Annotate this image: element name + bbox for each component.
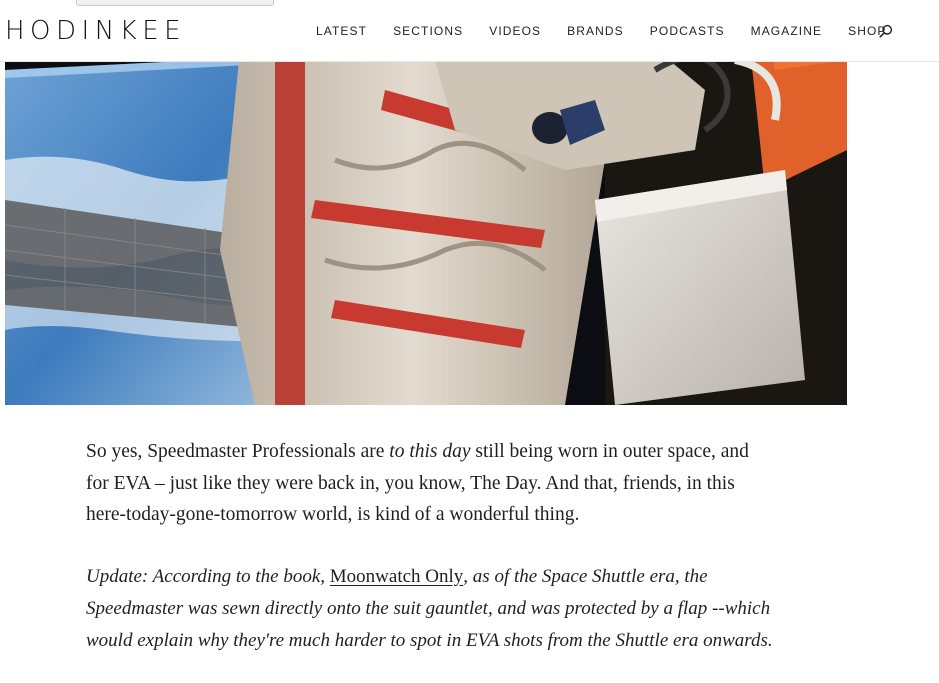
article-body: So yes, Speedmaster Professionals are to… xyxy=(86,436,776,657)
site-logo[interactable]: HODINKEE xyxy=(5,16,186,46)
nav-podcasts[interactable]: PODCASTS xyxy=(650,24,725,38)
moonwatch-only-link[interactable]: Moonwatch Only xyxy=(330,566,464,587)
nav-brands[interactable]: BRANDS xyxy=(567,24,624,38)
nav-videos[interactable]: VIDEOS xyxy=(489,24,541,38)
nav-latest[interactable]: LATEST xyxy=(316,24,367,38)
search-icon[interactable] xyxy=(879,24,893,38)
update-note: Update: According to the book, Moonwatch… xyxy=(86,561,776,657)
nav-sections[interactable]: SECTIONS xyxy=(393,24,463,38)
browser-tooltip-fragment xyxy=(76,0,274,6)
paragraph-text-start: So yes, Speedmaster Professionals are xyxy=(86,441,390,462)
nav-magazine[interactable]: MAGAZINE xyxy=(751,24,822,38)
site-header: HODINKEE LATEST SECTIONS VIDEOS BRANDS P… xyxy=(0,0,939,62)
article-paragraph: So yes, Speedmaster Professionals are to… xyxy=(86,436,776,531)
main-nav: LATEST SECTIONS VIDEOS BRANDS PODCASTS M… xyxy=(316,24,887,38)
paragraph-emphasis: to this day xyxy=(389,441,471,462)
update-text-start: Update: According to the book, xyxy=(86,565,330,587)
